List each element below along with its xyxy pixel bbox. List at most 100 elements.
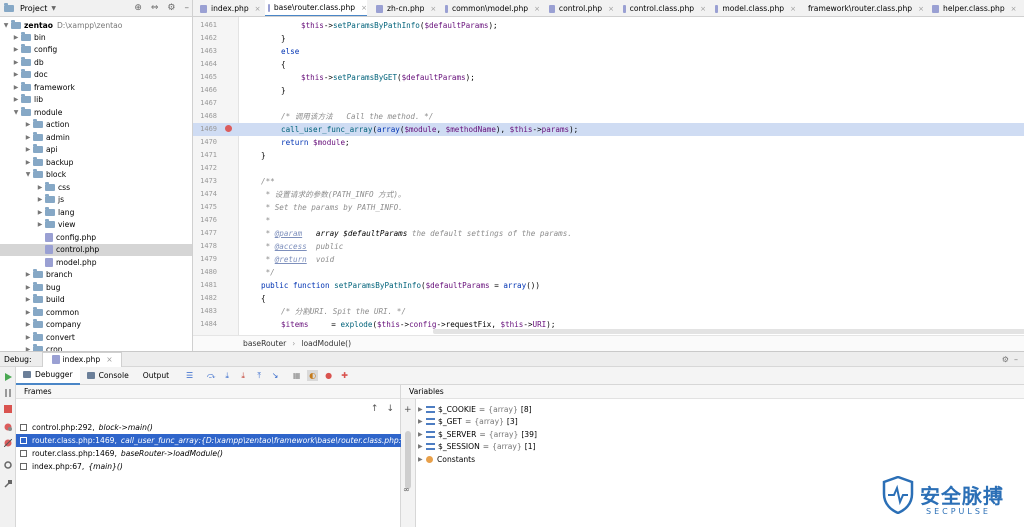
tree-item-db[interactable]: ▶ db [0,56,192,69]
breakpoint-icon[interactable] [225,125,232,133]
code-line[interactable]: 1473 /** [193,175,1024,188]
step-over-icon[interactable]: ⤼ [206,370,217,381]
code-line[interactable]: 1480 */ [193,266,1024,279]
chevron-right-icon[interactable]: ▶ [24,159,32,166]
tree-item-view[interactable]: ▶ view [0,219,192,232]
glasses-icon[interactable]: ∞ [403,485,410,494]
tree-item-model-php[interactable]: model.php [0,256,192,269]
frames-scrollbar[interactable]: + ∞ [401,385,416,527]
code-line[interactable]: 1464 { [193,58,1024,71]
debug-session-tab[interactable]: index.php × [41,351,122,367]
chevron-right-icon[interactable]: ▶ [12,46,20,53]
close-icon[interactable]: × [608,5,614,13]
arrow-up-icon[interactable]: ↑ [371,404,379,414]
chevron-right-icon[interactable]: ▶ [418,443,426,450]
chevron-right-icon[interactable]: ▶ [12,96,20,103]
chevron-down-icon[interactable]: ▼ [12,109,20,116]
chevron-right-icon[interactable]: ▶ [418,431,426,438]
code-line[interactable]: 1471} [193,149,1024,162]
close-icon[interactable]: × [918,5,924,13]
tree-item-lib[interactable]: ▶ lib [0,94,192,107]
variable-row-constants[interactable]: ▶ Constants [418,453,475,466]
chevron-right-icon[interactable]: ▶ [36,184,44,191]
tree-item-common[interactable]: ▶ common [0,306,192,319]
menu-icon[interactable]: ☰ [184,370,195,381]
run-to-cursor-icon[interactable]: ↘ [270,370,281,381]
force-step-into-icon[interactable]: ⤓ [238,370,249,381]
step-into-icon[interactable]: ⤓ [222,370,233,381]
pin-icon[interactable] [4,480,12,488]
tab-helper-class-php[interactable]: helper.class.php × [929,0,1019,16]
tree-item-config-php[interactable]: config.php [0,231,192,244]
tree-item-css[interactable]: ▶ css [0,181,192,194]
code-line[interactable]: 1468 /* 调用该方法 Call the method. */ [193,110,1024,123]
code-line[interactable]: 1477 * @param array $defaultParams the d… [193,227,1024,240]
tab-control-php[interactable]: control.php × [546,0,614,16]
tree-item-api[interactable]: ▶ api [0,144,192,157]
code-line[interactable]: 1476 * [193,214,1024,227]
tab-zh-cn-php[interactable]: zh-cn.php × [373,0,437,16]
tab-control-class-php[interactable]: control.class.php × [620,0,706,16]
variable-row[interactable]: ▶ $_SESSION = {array} [1] [418,441,536,454]
code-line[interactable]: 1466} [193,84,1024,97]
breadcrumb-item[interactable]: baseRouter [243,339,286,348]
code-line[interactable]: 1478 * @access public [193,240,1024,253]
code-line[interactable]: 1481 public function setParamsByPathInfo(… [193,279,1024,292]
add-icon[interactable]: + [404,405,412,415]
variable-row[interactable]: ▶ $_GET = {array} [3] [418,416,518,429]
code-line[interactable]: 1467 [193,97,1024,110]
close-icon[interactable]: × [361,4,367,12]
tree-item-bug[interactable]: ▶ bug [0,281,192,294]
chevron-right-icon[interactable]: ▶ [24,296,32,303]
project-title[interactable]: Project [20,4,47,13]
chevron-right-icon[interactable]: ▶ [24,134,32,141]
close-icon[interactable]: × [255,5,261,13]
chevron-right-icon[interactable]: ▶ [418,456,426,463]
variable-row[interactable]: ▶ $_COOKIE = {array} [8] [418,403,532,416]
tree-item-branch[interactable]: ▶ branch [0,269,192,282]
variable-row[interactable]: ▶ $_SERVER = {array} [39] [418,428,537,441]
hide-icon[interactable]: – [185,3,190,13]
tree-item-doc[interactable]: ▶ doc [0,69,192,82]
code-line[interactable]: 1461 $this->setParamsByPathInfo($defaultP… [193,19,1024,32]
code-line[interactable]: 1470 return $module; [193,136,1024,149]
frame-row-selected[interactable]: router.class.php:1469, call_user_func_arr… [16,434,401,447]
tab-common-model-php[interactable]: common\model.php × [442,0,540,16]
chevron-right-icon[interactable]: ▶ [12,71,20,78]
chevron-right-icon[interactable]: ▶ [12,34,20,41]
tab-base-router-class-php[interactable]: base\router.class.php × [265,0,367,16]
view-breakpoints-icon[interactable] [4,423,12,431]
breadcrumb-item[interactable]: loadModule() [301,339,351,348]
add-watch-icon[interactable]: ✚ [339,370,350,381]
close-icon[interactable]: × [430,5,436,13]
close-icon[interactable]: × [106,355,112,364]
chevron-down-icon[interactable]: ▼ [2,22,10,29]
frame-row[interactable]: index.php:67, {main}() [16,460,401,473]
tree-item-action[interactable]: ▶ action [0,119,192,132]
code-editor[interactable]: 1461 $this->setParamsByPathInfo($defaultP… [193,17,1024,335]
tree-item-admin[interactable]: ▶ admin [0,131,192,144]
tree-item-lang[interactable]: ▶ lang [0,206,192,219]
code-line[interactable]: 1465 $this->setParamsByGET($defaultParams… [193,71,1024,84]
locate-icon[interactable]: ⊕ [134,3,142,13]
code-line[interactable]: 1474 * 设置请求的参数(PATH_INFO 方式)。 [193,188,1024,201]
tree-item-convert[interactable]: ▶ convert [0,331,192,344]
tree-item-bin[interactable]: ▶ bin [0,31,192,44]
close-icon[interactable]: × [534,5,540,13]
tree-item-framework[interactable]: ▶ framework [0,81,192,94]
collapse-icon[interactable]: ⇔ [151,3,159,13]
tree-item-block[interactable]: ▼ block [0,169,192,182]
tree-root[interactable]: ▼ zentao D:\xampp\zentao [0,19,192,32]
mute-breakpoints-icon[interactable] [4,439,12,447]
close-icon[interactable]: × [790,5,796,13]
close-icon[interactable]: × [700,5,706,13]
tab-model-class-php[interactable]: model.class.php × [712,0,796,16]
tree-item-cron[interactable]: ▶ cron [0,344,192,351]
close-icon[interactable]: × [1011,5,1017,13]
evaluate-icon[interactable]: ▦ [291,370,302,381]
chevron-right-icon[interactable]: ▶ [24,334,32,341]
chevron-right-icon[interactable]: ▶ [12,84,20,91]
tree-item-company[interactable]: ▶ company [0,319,192,332]
tree-item-build[interactable]: ▶ build [0,294,192,307]
gear-icon[interactable]: ⚙ [167,3,175,13]
